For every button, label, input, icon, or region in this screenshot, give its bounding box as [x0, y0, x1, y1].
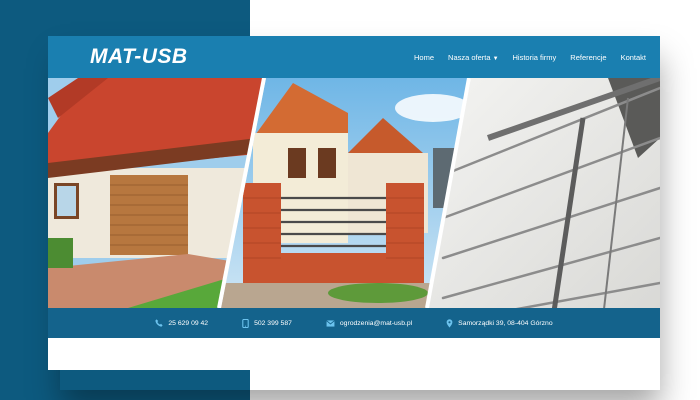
contact-address[interactable]: Samorządki 39, 08-404 Górzno [446, 318, 553, 328]
nav-item-offer[interactable]: Nasza oferta ▼ [448, 53, 498, 62]
contact-mobile[interactable]: 502 399 587 [242, 318, 292, 328]
contact-phone[interactable]: 25 629 09 42 [155, 319, 208, 327]
main-menu: Home Nasza oferta ▼ Historia firmy Refere… [414, 36, 646, 78]
nav-item-history[interactable]: Historia firmy [513, 53, 557, 62]
hero-banner [48, 78, 660, 308]
street-address: Samorządki 39, 08-404 Górzno [458, 319, 553, 327]
nav-item-references[interactable]: Referencje [570, 53, 606, 62]
phone-number: 25 629 09 42 [168, 319, 209, 327]
hero-collage-image [48, 78, 660, 308]
mobile-number: 502 399 587 [254, 319, 292, 327]
page-footer-area [48, 338, 660, 370]
map-pin-icon [446, 318, 453, 328]
envelope-icon [326, 319, 335, 327]
top-navigation-bar: MAT-USB Home Nasza oferta ▼ Historia firm… [48, 36, 660, 78]
mobile-icon [242, 318, 249, 328]
contact-email[interactable]: ogrodzenia@mat-usb.pl [326, 320, 412, 327]
chevron-down-icon: ▼ [492, 55, 499, 62]
site-logo[interactable]: MAT-USB [90, 45, 188, 69]
nav-item-offer-label: Nasza oferta [448, 52, 491, 62]
nav-item-home[interactable]: Home [414, 53, 434, 62]
website-preview: MAT-USB Home Nasza oferta ▼ Historia firm… [48, 36, 660, 370]
email-address: ogrodzenia@mat-usb.pl [339, 319, 413, 327]
phone-icon [155, 319, 163, 327]
contact-info-bar: 25 629 09 42 502 399 587 ogrodzenia@mat-… [48, 308, 660, 338]
nav-item-contact[interactable]: Kontakt [621, 53, 646, 62]
